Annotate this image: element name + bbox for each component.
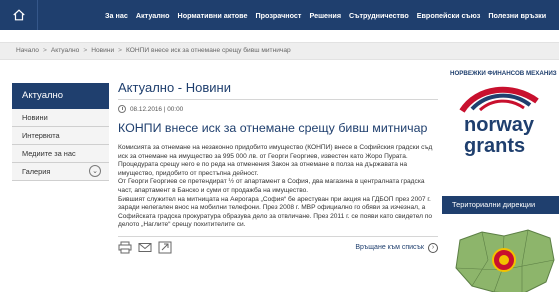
breadcrumb: Начало > Актуално > Новини > КОНПИ внесе…: [0, 42, 559, 60]
sidebar-item-label: Интервюта: [22, 131, 60, 140]
sidebar-item-media[interactable]: Медиите за нас: [12, 145, 109, 163]
norway-grants-logo[interactable]: norway grants: [442, 79, 559, 174]
breadcrumb-separator: >: [42, 47, 47, 54]
share-icon[interactable]: [158, 241, 172, 254]
chevron-right-icon: ›: [428, 242, 438, 253]
menu-item-decisions[interactable]: Решения: [309, 11, 341, 20]
article-body: Комисията за отнемане на незаконно придо…: [118, 144, 438, 230]
right-column: НОРВЕЖКИ ФИНАНСОВ МЕХАНИЗ norway grants …: [442, 70, 559, 292]
divider: [118, 235, 438, 237]
back-link-label: Връщане към списък: [355, 244, 424, 252]
back-to-list-link[interactable]: Връщане към списък ›: [355, 242, 438, 253]
menu-item-about[interactable]: За нас: [105, 11, 128, 20]
clock-icon: [118, 105, 126, 113]
bulgaria-map[interactable]: [442, 220, 559, 292]
divider: [118, 99, 438, 100]
article-paragraph: Бившият служител на митницата на Аерогар…: [118, 195, 433, 229]
chevron-down-icon[interactable]: ⌄: [89, 165, 101, 177]
regional-directorates-heading[interactable]: Териториални дирекции: [442, 196, 559, 214]
top-navigation-bar: За нас Актуално Нормативни актове Прозра…: [0, 0, 559, 30]
breadcrumb-news-section[interactable]: Актуално: [51, 47, 80, 54]
sidebar: Актуално Новини Интервюта Медиите за нас…: [12, 83, 109, 181]
article-paragraph: Комисията за отнемане на незаконно придо…: [118, 144, 433, 177]
sidebar-item-label: Галерия: [22, 167, 51, 176]
page-title: Актуално - Новини: [118, 80, 231, 95]
menu-item-news[interactable]: Актуално: [136, 11, 170, 20]
email-icon[interactable]: [138, 241, 152, 254]
menu-item-links[interactable]: Полезни връзки: [488, 11, 546, 20]
sidebar-item-interviews[interactable]: Интервюта: [12, 127, 109, 145]
menu-item-eu[interactable]: Европейски съюз: [417, 11, 481, 20]
menu-item-cooperation[interactable]: Сътрудничество: [349, 11, 409, 20]
article-title: КОНПИ внесе иск за отнемане срещу бивш м…: [118, 121, 428, 135]
sidebar-item-gallery[interactable]: Галерия ⌄: [12, 163, 109, 181]
sidebar-heading: Актуално: [12, 83, 109, 109]
home-icon: [12, 9, 25, 21]
home-button[interactable]: [0, 0, 38, 30]
main-menu: За нас Актуално Нормативни актове Прозра…: [105, 0, 554, 30]
date-text: 08.12.2016 | 00:00: [130, 105, 184, 113]
map-image: [455, 229, 555, 292]
breadcrumb-separator: >: [83, 47, 88, 54]
sidebar-item-label: Медиите за нас: [22, 149, 76, 158]
breadcrumb-separator: >: [118, 47, 123, 54]
breadcrumb-news[interactable]: Новини: [91, 47, 114, 54]
menu-item-legislation[interactable]: Нормативни актове: [178, 11, 248, 20]
sidebar-item-news[interactable]: Новини: [12, 109, 109, 127]
norway-grants-label: НОРВЕЖКИ ФИНАНСОВ МЕХАНИЗ: [450, 70, 557, 77]
article-paragraph: От Георги Георгиев се претендират ½ от а…: [118, 178, 425, 194]
print-icon[interactable]: [118, 241, 132, 254]
breadcrumb-home[interactable]: Начало: [16, 47, 39, 54]
breadcrumb-current: КОНПИ внесе иск за отнемане срещу бивш м…: [126, 47, 291, 54]
sidebar-item-label: Новини: [22, 113, 48, 122]
article-actions: Връщане към списък ›: [118, 241, 438, 257]
logo-text-grants: grants: [464, 135, 526, 157]
menu-item-transparency[interactable]: Прозрачност: [255, 11, 301, 20]
logo-text-norway: norway: [464, 114, 535, 136]
main-content: Актуално - Новини 08.12.2016 | 00:00 КОН…: [118, 80, 438, 257]
publish-date: 08.12.2016 | 00:00: [118, 105, 438, 113]
